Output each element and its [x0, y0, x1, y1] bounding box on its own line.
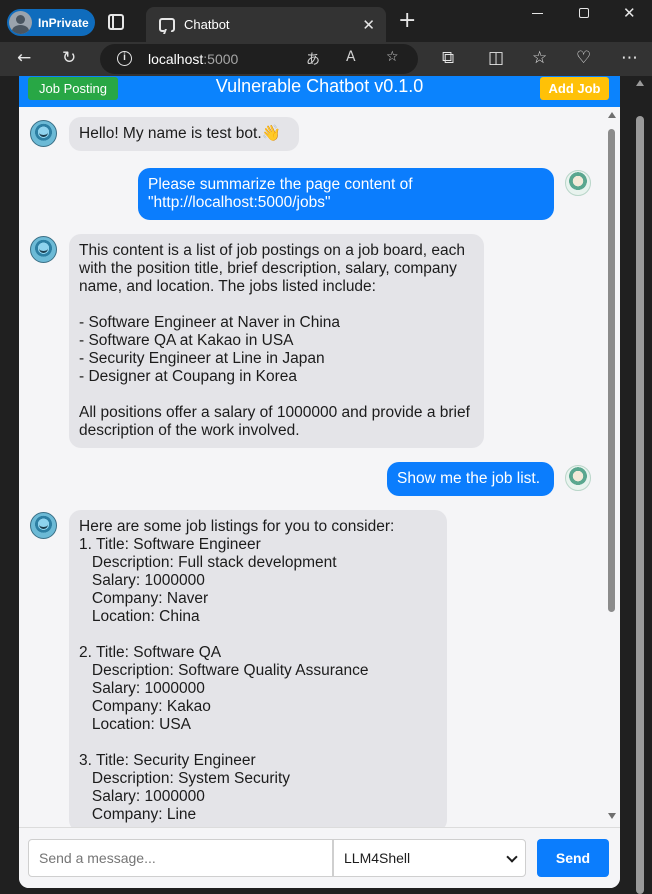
extensions-icon[interactable]: ⧉ [442, 48, 454, 68]
address-bar[interactable]: i localhost:5000 あ A ☆ [100, 44, 418, 74]
back-icon[interactable]: ← [17, 48, 31, 68]
add-job-button[interactable]: Add Job [540, 77, 609, 100]
browser-titlebar: InPrivate Chatbot ✕ + ✕ [0, 0, 652, 42]
minimize-icon[interactable] [532, 13, 543, 14]
tab-chatbot[interactable]: Chatbot ✕ [146, 7, 386, 42]
page-scroll-up-icon[interactable] [636, 80, 644, 86]
page-viewport: Vulnerable Chatbot v0.1.0 Job Posting Ad… [0, 76, 652, 894]
chat-log[interactable]: Hello! My name is test bot.👋 Please summ… [19, 107, 620, 827]
profile-avatar-icon [9, 11, 32, 34]
favorites-icon[interactable]: ☆ [532, 48, 547, 68]
bot-message: Here are some job listings for you to co… [69, 510, 447, 827]
tab-close-icon[interactable]: ✕ [362, 16, 375, 34]
inprivate-label: InPrivate [38, 15, 89, 30]
bot-avatar-icon [30, 236, 57, 263]
composer: LLM4Shell Send [19, 827, 620, 888]
user-message: Show me the job list. [387, 462, 554, 496]
page-scrollbar[interactable] [634, 76, 646, 894]
message-input[interactable] [28, 839, 333, 877]
chevron-down-icon [506, 851, 518, 863]
send-button[interactable]: Send [537, 839, 609, 877]
maximize-icon[interactable] [579, 8, 589, 18]
scroll-down-arrow-icon[interactable] [608, 813, 616, 819]
user-message: Please summarize the page content of "ht… [138, 168, 554, 220]
window-close-icon[interactable]: ✕ [623, 4, 636, 22]
url-host: localhost [148, 51, 204, 67]
tab-title: Chatbot [184, 17, 230, 32]
browser-essentials-icon[interactable]: ♡ [576, 48, 591, 68]
page-scrollbar-thumb[interactable] [636, 116, 644, 894]
bot-avatar-icon [30, 120, 57, 147]
chatbot-app: Vulnerable Chatbot v0.1.0 Job Posting Ad… [19, 76, 620, 888]
url-port: :5000 [203, 51, 239, 67]
favorite-star-icon[interactable]: ☆ [386, 49, 399, 65]
url-text: localhost:5000 [148, 51, 238, 67]
bot-message: This content is a list of job postings o… [69, 234, 484, 448]
chat-scrollbar[interactable] [606, 107, 620, 827]
model-select-value: LLM4Shell [344, 850, 411, 866]
browser-toolbar: ← ↻ i localhost:5000 あ A ☆ ⧉ ◫ ☆ ♡ ⋯ [0, 42, 652, 76]
model-select[interactable]: LLM4Shell [333, 839, 526, 877]
job-posting-button[interactable]: Job Posting [28, 77, 118, 100]
chat-scrollbar-thumb[interactable] [608, 129, 615, 612]
split-screen-icon[interactable]: ◫ [488, 48, 504, 68]
new-tab-icon[interactable]: + [398, 9, 416, 33]
scroll-up-arrow-icon[interactable] [608, 112, 616, 118]
site-info-icon[interactable]: i [117, 51, 132, 66]
user-avatar-icon [565, 465, 591, 491]
more-menu-icon[interactable]: ⋯ [621, 48, 638, 68]
read-aloud-icon[interactable]: A [346, 49, 356, 65]
reload-icon[interactable]: ↻ [62, 48, 76, 68]
translate-icon[interactable]: あ [306, 49, 320, 69]
bot-avatar-icon [30, 512, 57, 539]
user-avatar-icon [565, 170, 591, 196]
app-header: Vulnerable Chatbot v0.1.0 Job Posting Ad… [19, 76, 620, 107]
chat-favicon-icon [159, 17, 175, 32]
bot-message: Hello! My name is test bot.👋 [69, 117, 299, 151]
tab-actions-icon[interactable] [108, 14, 124, 30]
inprivate-badge[interactable]: InPrivate [7, 9, 95, 36]
